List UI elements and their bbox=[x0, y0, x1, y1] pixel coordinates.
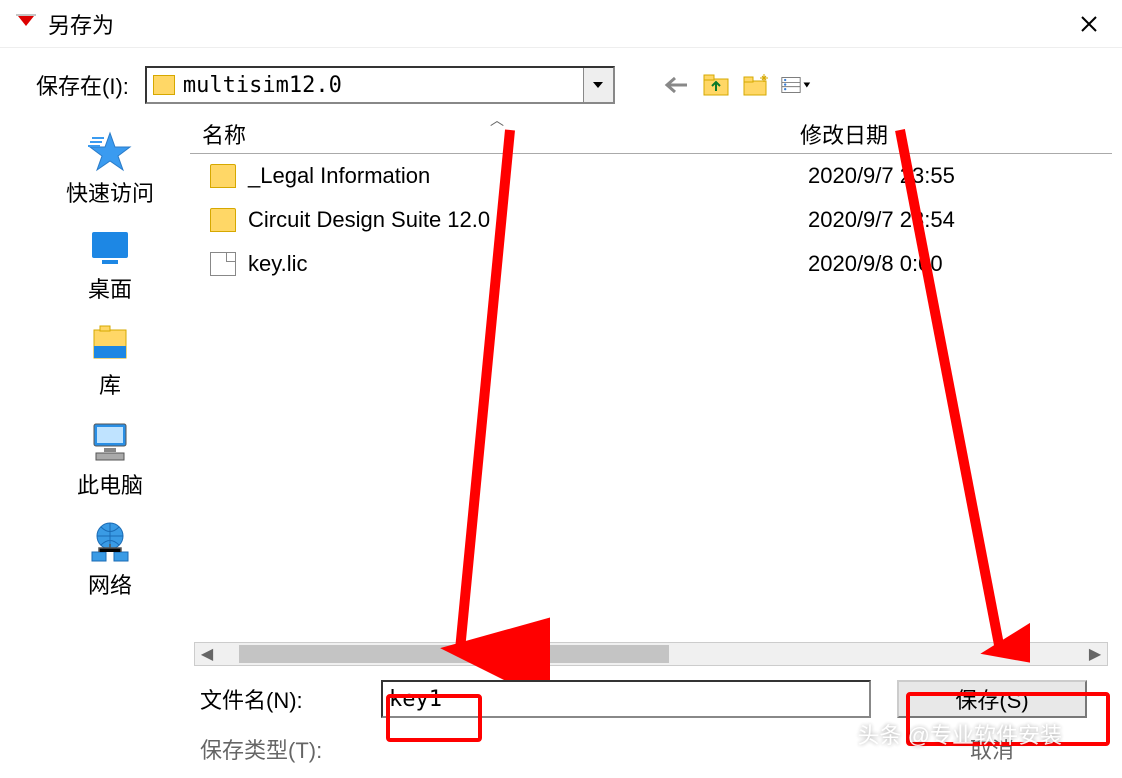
location-dropdown[interactable]: multisim12.0 bbox=[145, 66, 615, 104]
sidebar-libraries[interactable]: 库 bbox=[30, 318, 190, 406]
pc-icon bbox=[86, 420, 134, 464]
folder-icon bbox=[210, 164, 236, 188]
column-date[interactable]: 修改日期 bbox=[800, 118, 1060, 150]
desktop-icon bbox=[86, 228, 134, 268]
new-folder-icon[interactable] bbox=[741, 71, 771, 99]
list-item[interactable]: key.lic 2020/9/8 0:00 bbox=[190, 242, 1112, 286]
file-list[interactable]: _Legal Information 2020/9/7 23:55 Circui… bbox=[190, 154, 1112, 642]
filename-label: 文件名(N): bbox=[200, 683, 355, 715]
back-icon[interactable] bbox=[661, 71, 691, 99]
folder-icon bbox=[210, 208, 236, 232]
close-button[interactable] bbox=[1064, 4, 1114, 44]
save-in-label: 保存在(I): bbox=[36, 69, 129, 101]
scroll-thumb[interactable] bbox=[239, 645, 669, 663]
libraries-icon bbox=[86, 324, 134, 364]
sort-indicator-icon: ︿ bbox=[490, 110, 504, 130]
scroll-right-icon[interactable]: ▶ bbox=[1083, 644, 1107, 664]
sidebar-network[interactable]: 网络 bbox=[30, 514, 190, 606]
location-text: multisim12.0 bbox=[183, 73, 583, 98]
list-item[interactable]: Circuit Design Suite 12.0 2020/9/7 23:54 bbox=[190, 198, 1112, 242]
window-title: 另存为 bbox=[48, 8, 1064, 40]
horizontal-scrollbar[interactable]: ◀ ▶ bbox=[194, 642, 1108, 666]
save-button[interactable]: 保存(S) bbox=[897, 680, 1087, 718]
list-item[interactable]: _Legal Information 2020/9/7 23:55 bbox=[190, 154, 1112, 198]
sidebar-this-pc[interactable]: 此电脑 bbox=[30, 414, 190, 506]
file-icon bbox=[210, 252, 236, 276]
filename-input[interactable] bbox=[381, 680, 871, 718]
network-icon bbox=[86, 520, 134, 564]
quick-access-icon bbox=[86, 130, 134, 172]
sidebar-quick-access[interactable]: 快速访问 bbox=[30, 124, 190, 214]
app-icon bbox=[14, 12, 38, 36]
sidebar-desktop[interactable]: 桌面 bbox=[30, 222, 190, 310]
cancel-button[interactable]: 取消 bbox=[897, 733, 1087, 765]
up-folder-icon[interactable] bbox=[701, 71, 731, 99]
chevron-down-icon[interactable] bbox=[583, 68, 613, 102]
view-menu-icon[interactable] bbox=[781, 71, 811, 99]
filetype-label: 保存类型(T): bbox=[200, 733, 355, 765]
column-headers[interactable]: ︿ 名称 修改日期 bbox=[190, 114, 1112, 154]
folder-icon bbox=[153, 75, 175, 95]
scroll-left-icon[interactable]: ◀ bbox=[195, 644, 219, 664]
